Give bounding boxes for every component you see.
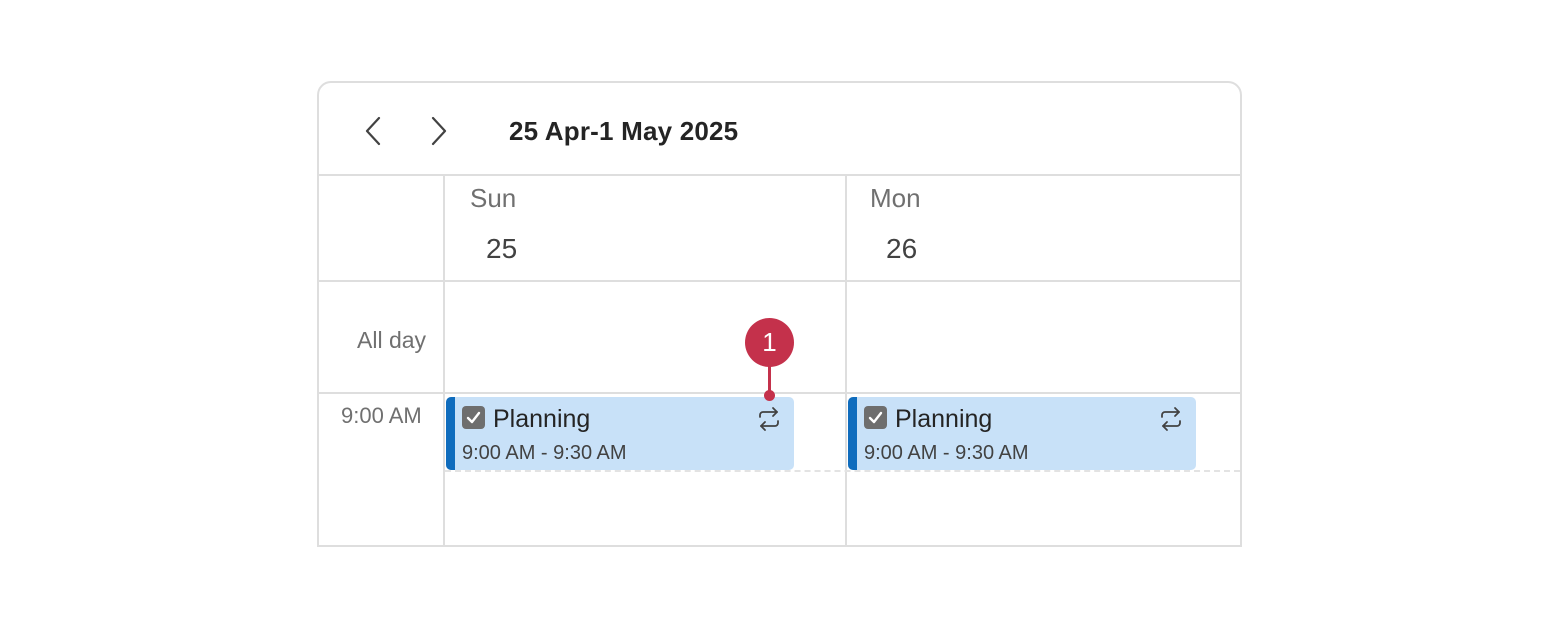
event-title: Planning bbox=[493, 405, 591, 433]
day-name-sun: Sun bbox=[470, 183, 517, 213]
time-label-9am: 9:00 AM bbox=[341, 403, 422, 428]
event-card-sun[interactable]: Planning 9:00 AM - 9:30 AM bbox=[446, 397, 794, 470]
day-column-divider bbox=[845, 176, 847, 545]
calendar-week-view: 25 Apr-1 May 2025 Sun 25 Mon 26 All day … bbox=[317, 81, 1242, 547]
event-title: Planning bbox=[895, 405, 993, 433]
day-number-mon[interactable]: 26 bbox=[886, 233, 917, 265]
callout-anchor-dot bbox=[764, 390, 775, 401]
event-accent-bar bbox=[446, 397, 455, 470]
event-time: 9:00 AM - 9:30 AM bbox=[462, 442, 627, 464]
date-range-title: 25 Apr-1 May 2025 bbox=[509, 116, 739, 146]
allday-label: All day bbox=[357, 327, 427, 353]
repeat-icon bbox=[1157, 406, 1185, 432]
callout-badge: 1 bbox=[745, 318, 794, 367]
day-number-sun[interactable]: 25 bbox=[486, 233, 517, 265]
event-time: 9:00 AM - 9:30 AM bbox=[864, 442, 1029, 464]
repeat-icon bbox=[755, 406, 783, 432]
calendar-header: 25 Apr-1 May 2025 bbox=[319, 83, 1240, 176]
day-header-divider bbox=[319, 280, 1240, 282]
time-column-divider bbox=[443, 176, 445, 545]
allday-row-divider bbox=[319, 392, 1240, 394]
event-accent-bar bbox=[848, 397, 857, 470]
event-card-mon[interactable]: Planning 9:00 AM - 9:30 AM bbox=[848, 397, 1196, 470]
checked-box-icon bbox=[864, 406, 887, 429]
next-week-button[interactable] bbox=[421, 113, 457, 149]
day-name-mon: Mon bbox=[870, 183, 921, 213]
half-hour-divider bbox=[445, 470, 1240, 472]
chevron-right-icon bbox=[431, 116, 447, 146]
previous-week-button[interactable] bbox=[355, 113, 391, 149]
stage: 25 Apr-1 May 2025 Sun 25 Mon 26 All day … bbox=[0, 0, 1560, 628]
chevron-left-icon bbox=[365, 116, 381, 146]
checked-box-icon bbox=[462, 406, 485, 429]
